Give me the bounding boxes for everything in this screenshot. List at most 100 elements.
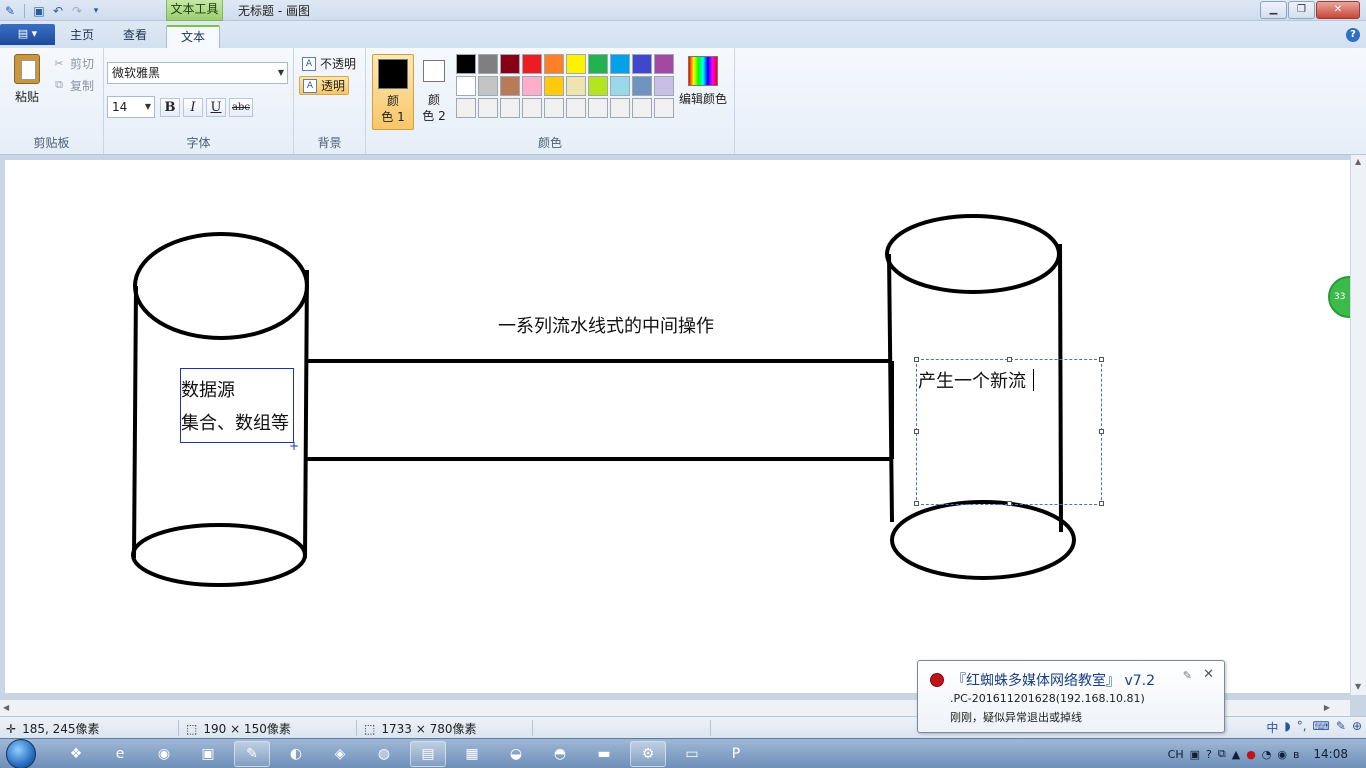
tab-text[interactable]: 文本 — [166, 25, 221, 48]
palette-swatch-17[interactable] — [588, 76, 608, 96]
eclipse-icon[interactable]: ◒ — [498, 741, 534, 767]
transparent-option[interactable]: A 透明 — [299, 76, 350, 95]
palette-swatch-23[interactable] — [500, 98, 520, 118]
palette-swatch-12[interactable] — [478, 76, 498, 96]
palette-swatch-15[interactable] — [544, 76, 564, 96]
paint-window-icon[interactable]: ▤ — [410, 741, 446, 767]
start-button[interactable] — [6, 739, 44, 768]
palette-swatch-2[interactable] — [478, 54, 498, 74]
palette-swatch-3[interactable] — [500, 54, 520, 74]
red-spider-tray-icon[interactable]: ● — [1246, 748, 1256, 761]
redo-icon[interactable]: ↷ — [69, 3, 85, 19]
palette-swatch-28[interactable] — [610, 98, 630, 118]
show-hidden-icons[interactable]: ▲ — [1232, 748, 1240, 761]
terminal-icon[interactable]: ▬ — [586, 741, 622, 767]
cut-button[interactable]: ✂ 剪切 — [52, 54, 94, 72]
paint-app-icon[interactable]: ✎ — [2, 3, 18, 19]
edit-colors-button[interactable]: 编辑颜色 — [678, 56, 728, 107]
palette-swatch-10[interactable] — [654, 54, 674, 74]
resize-handle-top-left[interactable] — [914, 357, 919, 362]
save-icon[interactable]: ▣ — [31, 3, 47, 19]
font-family-select[interactable]: 微软雅黑 ▼ — [107, 62, 288, 84]
palette-swatch-13[interactable] — [500, 76, 520, 96]
palette-swatch-14[interactable] — [522, 76, 542, 96]
palette-swatch-9[interactable] — [632, 54, 652, 74]
media-player-icon[interactable]: ▣ — [190, 741, 226, 767]
scroll-right-icon[interactable]: ▶ — [1324, 703, 1330, 712]
minimize-button[interactable]: ▁ — [1260, 1, 1287, 19]
notification-close-icon[interactable]: ✕ — [1203, 667, 1214, 682]
copy-button[interactable]: ⧉ 复制 — [52, 76, 94, 94]
system-clock[interactable]: 14:08 — [1313, 747, 1348, 761]
palette-swatch-16[interactable] — [566, 76, 586, 96]
app-menu-button[interactable]: ▤ ▾ — [0, 24, 55, 45]
palette-swatch-27[interactable] — [588, 98, 608, 118]
palette-swatch-18[interactable] — [610, 76, 630, 96]
palette-swatch-22[interactable] — [478, 98, 498, 118]
bluetooth-tray-icon[interactable]: ʙ — [1293, 748, 1299, 761]
network-tray-icon[interactable]: ◔ — [1262, 748, 1272, 761]
resize-handle-bottom-left[interactable] — [914, 501, 919, 506]
resize-handle-top-right[interactable] — [1099, 357, 1104, 362]
font-size-select[interactable]: 14 ▼ — [107, 96, 155, 118]
color-2-button[interactable]: 颜 色 2 — [418, 54, 450, 130]
strikethrough-button[interactable]: abc — [229, 98, 253, 117]
intermediate-operations-text[interactable]: 一系列流水线式的中间操作 — [498, 312, 714, 338]
collections-arrays-text[interactable]: 集合、数组等 — [181, 409, 289, 435]
opaque-option[interactable]: A 不透明 — [299, 54, 359, 73]
settings-wrench-icon[interactable]: ✎ — [1336, 719, 1346, 736]
pin-icon[interactable]: ✎ — [1183, 669, 1192, 682]
qq-icon[interactable]: ◍ — [366, 741, 402, 767]
palette-swatch-21[interactable] — [456, 98, 476, 118]
resize-handle-top[interactable] — [1007, 357, 1012, 362]
security-tray-icon[interactable]: ◉ — [1277, 748, 1287, 761]
color-1-button[interactable]: 颜 色 1 — [372, 54, 414, 130]
ime-mode-indicator[interactable]: 中 — [1266, 719, 1278, 736]
archive-icon[interactable]: ▦ — [454, 741, 490, 767]
tray-help-icon[interactable]: ? — [1206, 748, 1212, 761]
punctuation-icon[interactable]: °, — [1297, 719, 1307, 736]
scroll-down-icon[interactable]: ▼ — [1355, 682, 1361, 691]
resize-handle-bottom-right[interactable] — [1099, 501, 1104, 506]
resize-handle-bottom[interactable] — [1007, 501, 1012, 506]
palette-swatch-5[interactable] — [544, 54, 564, 74]
bold-button[interactable]: B — [160, 98, 180, 117]
palette-swatch-20[interactable] — [654, 76, 674, 96]
messenger-icon[interactable]: ◈ — [322, 741, 358, 767]
palette-swatch-25[interactable] — [544, 98, 564, 118]
underline-button[interactable]: U — [206, 98, 226, 117]
palette-swatch-11[interactable] — [456, 76, 476, 96]
palette-swatch-8[interactable] — [610, 54, 630, 74]
file-explorer-icon[interactable]: ▭ — [674, 741, 710, 767]
palette-app-icon[interactable]: ◐ — [278, 741, 314, 767]
ime-toolbar-icon[interactable]: ▣ — [1190, 748, 1200, 761]
chrome-icon[interactable]: ◉ — [146, 741, 182, 767]
app-launcher-icon[interactable]: ❖ — [58, 741, 94, 767]
customize-qat-icon[interactable]: ▾ — [88, 3, 104, 19]
drawing-canvas[interactable]: 数据源 集合、数组等 + 一系列流水线式的中间操作 产生一个新流 33 — [5, 160, 1350, 693]
new-stream-text[interactable]: 产生一个新流 — [918, 367, 1026, 393]
palette-swatch-6[interactable] — [566, 54, 586, 74]
data-source-text[interactable]: 数据源 — [181, 376, 235, 402]
tray-window-icon[interactable]: ⧉ — [1218, 747, 1226, 761]
vertical-scrollbar[interactable]: ▲ ▼ — [1350, 155, 1366, 695]
scroll-left-icon[interactable]: ◀ — [3, 703, 9, 712]
eclipse-2-icon[interactable]: ◓ — [542, 741, 578, 767]
half-width-icon[interactable]: ◗ — [1284, 719, 1290, 736]
ie-browser-icon[interactable]: e — [102, 741, 138, 767]
palette-swatch-29[interactable] — [632, 98, 652, 118]
scroll-up-icon[interactable]: ▲ — [1355, 157, 1361, 166]
italic-button[interactable]: I — [183, 98, 203, 117]
palette-swatch-26[interactable] — [566, 98, 586, 118]
close-button[interactable]: ✕ — [1316, 1, 1360, 19]
palette-swatch-30[interactable] — [654, 98, 674, 118]
settings-app-icon[interactable]: ⚙ — [630, 741, 666, 767]
paste-button[interactable]: 粘贴 — [10, 54, 44, 105]
maximize-button[interactable]: ❐ — [1288, 1, 1315, 19]
paint-taskbar-icon[interactable]: ✎ — [234, 741, 270, 767]
palette-swatch-24[interactable] — [522, 98, 542, 118]
resize-handle-left[interactable] — [914, 429, 919, 434]
undo-icon[interactable]: ↶ — [50, 3, 66, 19]
notification-balloon[interactable]: 『红蜘蛛多媒体网络教室』 v7.2 ✎ ✕ .PC-201611201628(1… — [917, 660, 1225, 733]
palette-swatch-19[interactable] — [632, 76, 652, 96]
